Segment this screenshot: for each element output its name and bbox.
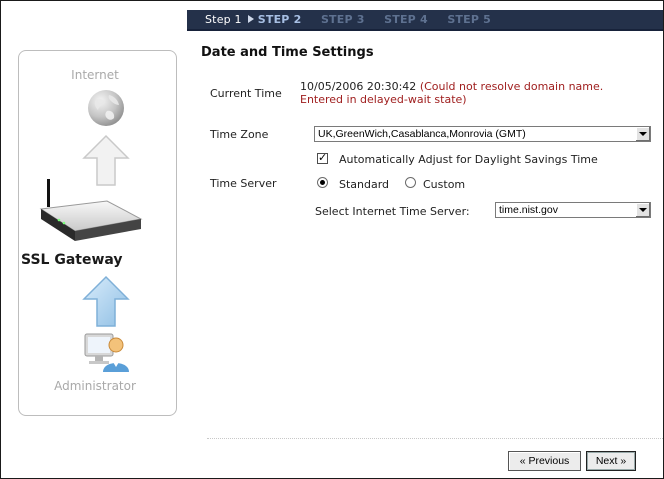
internet-time-server-value: time.nist.gov	[499, 204, 558, 216]
administrator-label: Administrator	[54, 379, 136, 393]
internet-time-server-select[interactable]: time.nist.gov	[495, 202, 651, 218]
dst-label: Automatically Adjust for Daylight Saving…	[339, 153, 598, 166]
globe-icon	[88, 90, 124, 126]
previous-button[interactable]: « Previous	[508, 451, 581, 471]
radio-selected-dot-icon	[320, 180, 325, 185]
internet-label: Internet	[71, 68, 119, 82]
step-4: STEP 4	[384, 13, 428, 26]
ssl-gateway-label: SSL Gateway	[21, 252, 123, 268]
chevron-down-icon[interactable]	[635, 203, 650, 217]
up-arrow-admin-icon	[82, 275, 130, 327]
internet-time-server-label: Select Internet Time Server:	[315, 205, 470, 218]
footer-divider	[207, 438, 663, 439]
step-navigation-bar: Step 1 STEP 2 STEP 3 STEP 4 STEP 5	[187, 10, 663, 31]
current-time-label: Current Time	[210, 87, 282, 100]
current-time-warning-1: (Could not resolve domain name.	[419, 80, 604, 93]
administrator-icon	[84, 333, 129, 372]
radio-custom[interactable]	[405, 177, 416, 188]
time-zone-value: UK,GreenWich,Casablanca,Monrovia (GMT)	[318, 128, 526, 140]
radio-standard-label: Standard	[339, 178, 390, 191]
step-2: STEP 2	[257, 13, 302, 26]
radio-standard[interactable]	[317, 177, 328, 188]
time-server-label: Time Server	[210, 177, 277, 190]
dst-checkbox[interactable]: ✓	[317, 151, 328, 164]
current-time-warning-2: Entered in delayed-wait state)	[300, 93, 467, 106]
step-5: STEP 5	[447, 13, 491, 26]
current-time-value: 10/05/2006 20:30:42	[300, 80, 417, 93]
radio-custom-label: Custom	[423, 178, 466, 191]
checkmark-icon: ✓	[318, 151, 328, 164]
step-3: STEP 3	[320, 13, 365, 26]
chevron-down-icon[interactable]	[635, 127, 650, 141]
current-time-value-block: 10/05/2006 20:30:42 (Could not resolve d…	[300, 80, 603, 106]
time-zone-label: Time Zone	[210, 128, 269, 141]
steps-list: Step 1 STEP 2 STEP 3 STEP 4 STEP 5	[205, 12, 507, 27]
wizard-window: Step 1 STEP 2 STEP 3 STEP 4 STEP 5 Intern…	[0, 0, 664, 479]
next-button[interactable]: Next »	[586, 451, 636, 471]
router-icon	[39, 179, 143, 241]
page-title: Date and Time Settings	[201, 45, 374, 60]
step-1[interactable]: Step 1	[205, 12, 242, 27]
time-zone-select[interactable]: UK,GreenWich,Casablanca,Monrovia (GMT)	[314, 126, 651, 142]
current-step-arrow-icon	[247, 15, 254, 23]
